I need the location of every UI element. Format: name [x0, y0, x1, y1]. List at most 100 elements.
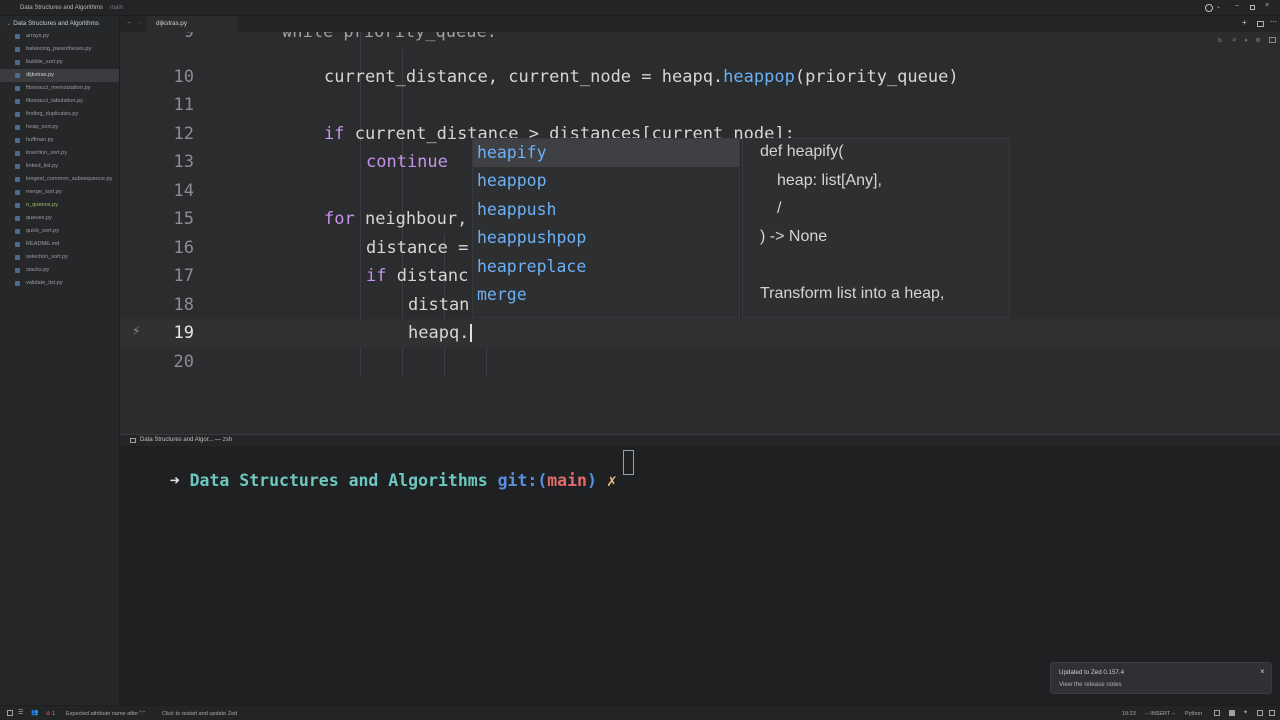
sidebar-file-item[interactable]: insertion_sort.py — [0, 147, 119, 160]
line-number: 19 — [173, 323, 194, 343]
completion-item[interactable]: heapreplace — [473, 253, 739, 281]
release-notes-link[interactable]: View the release notes — [1059, 681, 1122, 688]
code-text: distan — [408, 295, 470, 315]
code-token: (priority_queue) — [794, 67, 959, 87]
panel-toggle-icon[interactable] — [7, 710, 13, 716]
code-text: distance = — [366, 238, 469, 258]
sidebar-file-item[interactable]: n_queens.py — [0, 199, 119, 212]
sidebar-file-item[interactable]: merge_sort.py — [0, 186, 119, 199]
error-count[interactable]: ⊘ 1 — [46, 711, 55, 717]
sidebar-file-item[interactable]: stacks.py — [0, 264, 119, 277]
prompt-dirty: ✗ — [606, 471, 617, 490]
lightning-icon[interactable]: ⚡ — [132, 323, 140, 339]
add-icon[interactable]: + — [1242, 18, 1247, 27]
code-text: current_distance, current_node = heapq.h… — [324, 67, 959, 87]
sidebar-file-label: arrays.py — [26, 33, 50, 39]
code-token: neighbour, — [354, 209, 468, 229]
code-text: if distanc — [366, 266, 468, 286]
tab-bar: ← → dijkstras.py + ⋯ — [120, 16, 1280, 32]
split-editor-icon[interactable] — [1269, 37, 1276, 43]
sidebar-file-item[interactable]: longest_common_subsequence.py — [0, 173, 119, 186]
back-arrow-icon[interactable]: ← — [126, 19, 133, 26]
search-icon[interactable]: ⌕ — [1232, 36, 1236, 44]
line-number: 14 — [173, 181, 194, 201]
sidebar-file-item[interactable]: bubble_sort.py — [0, 56, 119, 69]
completion-item[interactable]: heappop — [473, 167, 739, 195]
sidebar-file-label: selection_sort.py — [26, 254, 68, 260]
python-file-icon — [15, 203, 20, 208]
sidebar-file-item[interactable]: balancing_parentheses.py — [0, 43, 119, 56]
right-panel-icon[interactable] — [1269, 710, 1275, 716]
code-text: while priority_queue: — [282, 32, 497, 42]
close-window-icon[interactable]: × — [1265, 2, 1269, 9]
line-number: 18 — [173, 295, 194, 315]
users-icon[interactable]: 👥 — [31, 709, 38, 716]
sidebar-file-item[interactable]: arrays.py — [0, 30, 119, 43]
completion-item[interactable]: heappushpop — [473, 224, 739, 252]
sidebar-file-label: longest_common_subsequence.py — [26, 176, 113, 182]
sidebar-file-item[interactable]: README.md — [0, 238, 119, 251]
settings-icon[interactable]: ⚙ — [1256, 36, 1260, 44]
sidebar-file-item[interactable]: validate_list.py — [0, 277, 119, 290]
python-file-icon — [15, 47, 20, 52]
sidebar-file-label: fibonacci_tabulation.py — [26, 98, 83, 104]
code-token-function: heappop — [723, 67, 795, 87]
project-root[interactable]: ⌄ Data Structures and Algorithms — [6, 20, 99, 27]
sidebar-file-item[interactable]: fibonacci_tabulation.py — [0, 95, 119, 108]
completion-item[interactable]: heapify — [473, 139, 739, 167]
chevron-down-icon: ⌄ — [6, 20, 12, 27]
project-name[interactable]: Data Structures and Algorithms — [20, 5, 103, 11]
sidebar-file-item[interactable]: queues.py — [0, 212, 119, 225]
sidebar-file-item[interactable]: finding_duplicates.py — [0, 108, 119, 121]
forward-arrow-icon[interactable]: → — [136, 19, 143, 26]
branch-name[interactable]: main — [110, 5, 123, 11]
update-message[interactable]: Click to restart and update Zed — [162, 711, 237, 717]
sidebar-file-item[interactable]: selection_sort.py — [0, 251, 119, 264]
sidebar-file-item[interactable]: huffman.py — [0, 134, 119, 147]
sparkle-icon[interactable]: ✦ — [1244, 36, 1248, 44]
assistant-icon[interactable] — [1229, 710, 1235, 716]
list-icon[interactable]: ☰ — [18, 709, 23, 716]
terminal-tab[interactable]: Data Structures and Algor... — zsh — [140, 437, 232, 443]
sidebar-file-item[interactable]: heap_sort.py — [0, 121, 119, 134]
python-file-icon — [15, 86, 20, 91]
chevron-down-icon[interactable]: ⌄ — [1216, 3, 1221, 10]
line-number: 15 — [173, 209, 194, 229]
python-file-icon — [15, 229, 20, 234]
python-file-icon — [15, 177, 20, 182]
more-options-icon[interactable]: ⋯ — [1270, 18, 1277, 26]
update-notification: Updated to Zed 0.157.4 View the release … — [1050, 662, 1272, 694]
line-number: 17 — [173, 266, 194, 286]
vim-mode: -- INSERT -- — [1145, 711, 1176, 717]
close-icon[interactable]: × — [1260, 667, 1265, 676]
prompt-directory: Data Structures and Algorithms — [189, 471, 488, 490]
completion-item[interactable]: merge — [473, 281, 739, 309]
sparkle-icon[interactable]: ✦ — [1243, 709, 1248, 716]
completion-menu: heapify heappop heappush heappushpop hea… — [472, 138, 740, 318]
cursor-position[interactable]: 19:23 — [1122, 711, 1136, 717]
title-bar: Data Structures and Algorithms main ⌄ – … — [0, 0, 1280, 16]
terminal-toggle-icon[interactable] — [1257, 710, 1263, 716]
tab-dijkstras[interactable]: dijkstras.py — [146, 16, 238, 32]
refresh-icon[interactable]: ↻ — [1218, 36, 1222, 44]
minimize-icon[interactable]: – — [1235, 2, 1239, 9]
doc-summary: Transform list into a heap, — [760, 285, 945, 302]
python-file-icon — [15, 255, 20, 260]
sidebar-file-item[interactable]: quick_sort.py — [0, 225, 119, 238]
maximize-icon[interactable] — [1250, 5, 1255, 10]
sidebar-file-item[interactable]: dijkstras.py — [0, 69, 119, 82]
diagnostic-message[interactable]: Expected attribute name after "." — [66, 711, 145, 717]
sidebar-file-label: heap_sort.py — [26, 124, 59, 130]
python-file-icon — [15, 125, 20, 130]
sidebar-file-item[interactable]: linked_list.py — [0, 160, 119, 173]
prompt-git: git:( — [497, 471, 548, 490]
user-avatar-icon[interactable] — [1205, 4, 1213, 12]
split-pane-icon[interactable] — [1257, 21, 1264, 27]
sidebar-file-item[interactable]: fibonacci_memoization.py — [0, 82, 119, 95]
sidebar-file-label: finding_duplicates.py — [26, 111, 79, 117]
completion-item[interactable]: heappush — [473, 196, 739, 224]
doc-signature: ) -> None — [760, 228, 828, 245]
bell-icon[interactable] — [1214, 710, 1220, 716]
language-selector[interactable]: Python — [1185, 711, 1202, 717]
line-number: 9 — [183, 32, 194, 42]
